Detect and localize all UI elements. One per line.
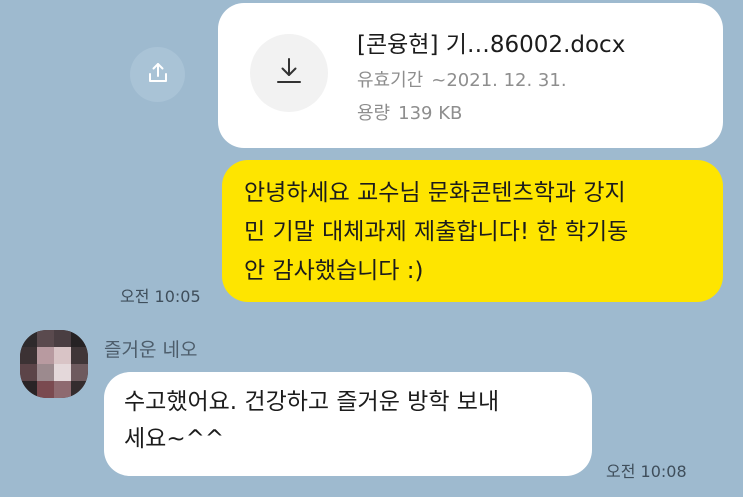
size-label: 용량 xyxy=(357,103,391,124)
message-line: 민 기말 대체과제 제출합니다! 한 학기동 xyxy=(244,219,629,245)
avatar-pixelated-image xyxy=(20,330,88,398)
file-message-bubble[interactable]: [콘융현] 기…86002.docx 유효기간 ~2021. 12. 31. 용량… xyxy=(218,3,723,148)
sender-avatar[interactable] xyxy=(20,330,88,398)
expiry-value: ~2021. 12. 31. xyxy=(431,70,567,91)
received-message-time: 오전 10:08 xyxy=(606,462,687,481)
size-value: 139 KB xyxy=(398,103,463,124)
message-line: 안녕하세요 교수님 문화콘텐츠학과 강지 xyxy=(244,180,626,206)
download-icon xyxy=(272,54,306,92)
sent-message-bubble[interactable]: 안녕하세요 교수님 문화콘텐츠학과 강지 민 기말 대체과제 제출합니다! 한 … xyxy=(222,160,723,302)
message-line: 수고했어요. 건강하고 즐거운 방학 보내 xyxy=(124,389,500,415)
download-button[interactable] xyxy=(250,34,328,112)
share-button[interactable] xyxy=(130,47,185,102)
received-message-bubble[interactable]: 수고했어요. 건강하고 즐거운 방학 보내 세요~^^ xyxy=(104,372,592,476)
expiry-label: 유효기간 xyxy=(357,70,424,91)
file-size: 용량 139 KB xyxy=(357,99,462,125)
file-expiry: 유효기간 ~2021. 12. 31. xyxy=(357,66,567,92)
message-line: 세요~^^ xyxy=(124,426,225,452)
sender-name: 즐거운 네오 xyxy=(104,339,198,361)
message-line: 안 감사했습니다 :) xyxy=(244,258,424,284)
file-name: [콘융현] 기…86002.docx xyxy=(357,32,626,58)
sent-message-time: 오전 10:05 xyxy=(120,287,201,306)
share-icon xyxy=(145,60,171,90)
